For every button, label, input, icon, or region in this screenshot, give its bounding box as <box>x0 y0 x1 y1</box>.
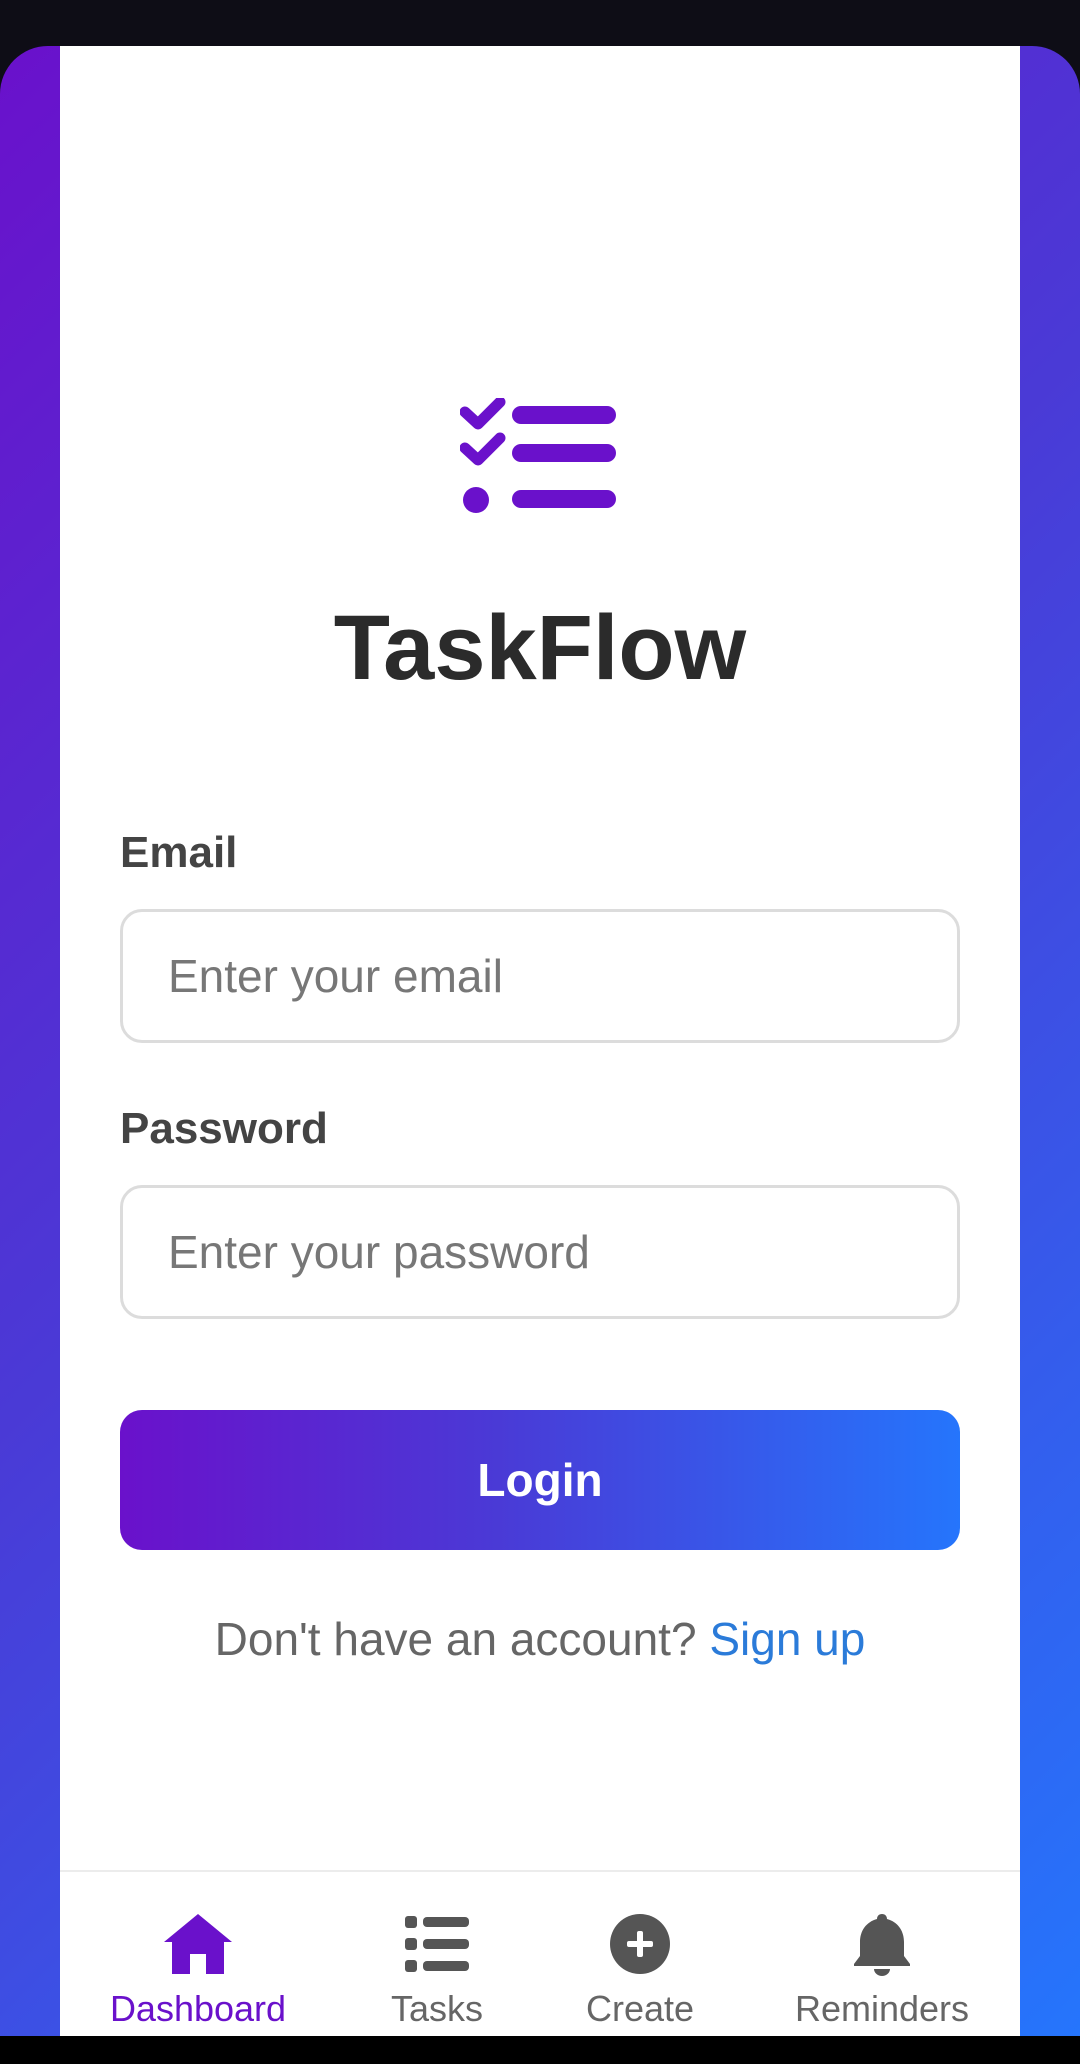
password-input[interactable] <box>120 1185 960 1319</box>
system-nav-bar <box>0 2036 1080 2064</box>
nav-label-tasks: Tasks <box>390 1988 484 2029</box>
email-input[interactable] <box>120 909 960 1043</box>
email-label: Email <box>120 828 238 877</box>
bell-icon <box>854 1914 910 1976</box>
nav-label-create: Create <box>585 1988 695 2029</box>
plus-circle-icon <box>610 1914 670 1974</box>
nav-item-tasks[interactable]: Tasks <box>337 1912 537 2030</box>
home-icon <box>164 1914 232 1974</box>
nav-item-reminders[interactable]: Reminders <box>782 1912 982 2030</box>
list-icon <box>405 1916 469 1972</box>
login-button[interactable]: Login <box>120 1410 960 1550</box>
app-title: TaskFlow <box>333 597 747 699</box>
signup-prompt-text: Don't have an account? <box>214 1613 697 1665</box>
password-label: Password <box>120 1104 328 1153</box>
app-screen: TaskFlow Email Password Login Don't have… <box>0 0 1080 2064</box>
nav-item-dashboard[interactable]: Dashboard <box>98 1912 298 2030</box>
checklist-logo-icon <box>460 398 616 513</box>
signup-link[interactable]: Sign up <box>709 1613 865 1665</box>
nav-label-reminders: Reminders <box>794 1988 970 2029</box>
nav-item-create[interactable]: Create <box>540 1912 740 2030</box>
nav-label-dashboard: Dashboard <box>109 1988 287 2029</box>
signup-prompt-line: Don't have an account? Sign up <box>0 1612 1080 1666</box>
bottom-nav-divider <box>60 1870 1020 1872</box>
